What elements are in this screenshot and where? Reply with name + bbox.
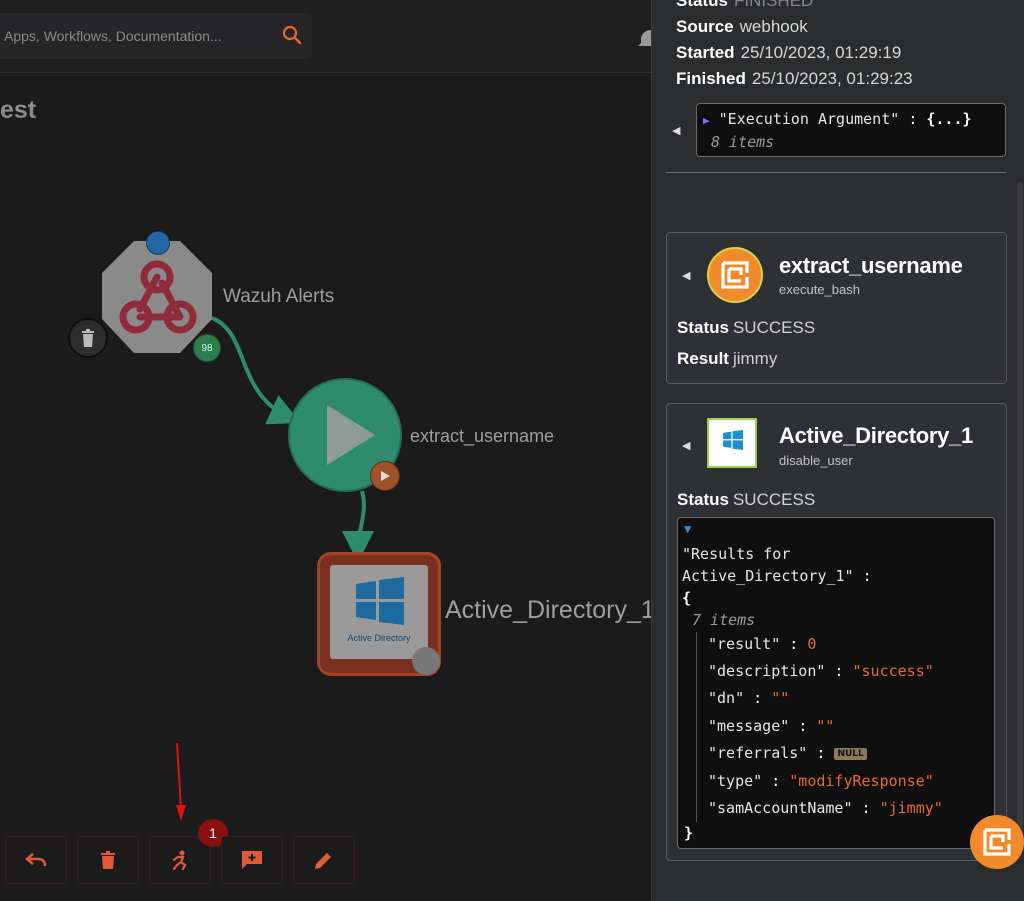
- bell-icon[interactable]: [638, 26, 652, 48]
- node-label-wazuh: Wazuh Alerts: [223, 286, 335, 307]
- node-label-active-directory: Active_Directory_1: [445, 596, 655, 624]
- card-title: Active_Directory_1: [779, 423, 973, 448]
- collapse-arrow-icon[interactable]: ◀: [682, 439, 690, 452]
- add-comment-button[interactable]: [221, 836, 283, 884]
- workflow-canvas[interactable]: 98 Wazuh Alerts extract_username Active …: [0, 73, 655, 901]
- started-row: Started 25/10/2023, 01:29:19: [676, 43, 902, 62]
- source-row: Source webhook: [676, 17, 808, 36]
- json-entry: "dn" : "": [708, 689, 790, 707]
- undo-button[interactable]: [5, 836, 67, 884]
- windows-icon: [356, 577, 404, 625]
- play-icon: [381, 471, 390, 481]
- search-input[interactable]: Apps, Workflows, Documentation...: [0, 13, 312, 59]
- json-entry: "referrals" : NULL: [708, 744, 867, 762]
- trash-icon: [82, 329, 94, 347]
- execution-panel: Status FINISHED Source webhook Started 25/1…: [651, 0, 1024, 901]
- shuffle-icon: [983, 828, 1011, 856]
- collapse-arrow-icon[interactable]: ◀: [672, 124, 680, 137]
- json-entry: "message" : "": [708, 717, 835, 735]
- run-icon: [172, 850, 187, 870]
- edge-wazuh-to-extract: [211, 316, 301, 425]
- edit-icon: [315, 853, 331, 869]
- json-entry: "description" : "success": [708, 662, 934, 680]
- search-icon[interactable]: [282, 25, 302, 45]
- delete-button[interactable]: [77, 836, 139, 884]
- search-placeholder: Apps, Workflows, Documentation...: [4, 28, 222, 44]
- card-status: Status SUCCESS: [677, 490, 816, 509]
- delete-node-button[interactable]: [68, 318, 108, 358]
- status-row: Status FINISHED: [676, 0, 814, 10]
- null-badge: NULL: [834, 747, 867, 760]
- result-card-active-directory: ◀ Active_Directory_1 disable_user Status…: [666, 403, 1007, 861]
- node-label-extract: extract_username: [410, 426, 555, 446]
- panel-divider: [666, 172, 1006, 173]
- panel-scrollbar[interactable]: [1017, 182, 1023, 842]
- start-indicator: [146, 231, 170, 255]
- execution-argument-json[interactable]: ▶ "Execution Argument" : {...} 8 items: [696, 103, 1006, 157]
- run-workflow-button[interactable]: [149, 836, 211, 884]
- results-json-viewer[interactable]: ▼ "Results for Active_Directory_1" : { 7…: [677, 517, 995, 849]
- collapse-arrow-icon[interactable]: ◀: [682, 269, 690, 282]
- annotation-arrow: [176, 742, 186, 821]
- shuffle-fab-button[interactable]: [970, 815, 1024, 869]
- active-directory-logo-text: Active Directory: [347, 633, 411, 643]
- top-bar: Apps, Workflows, Documentation...: [0, 0, 652, 73]
- trash-icon: [101, 851, 115, 869]
- card-subtitle: disable_user: [779, 453, 853, 468]
- collapse-triangle-icon[interactable]: ▼: [684, 522, 691, 536]
- webhook-count-badge: 98: [193, 334, 221, 362]
- card-title: extract_username: [779, 253, 963, 278]
- node-status-dot: [412, 647, 440, 675]
- windows-icon: [723, 430, 743, 450]
- card-result: Result jimmy: [677, 349, 778, 368]
- undo-icon: [25, 853, 47, 867]
- shuffle-icon: [721, 261, 749, 289]
- active-directory-logo: [707, 418, 757, 468]
- edit-button[interactable]: [293, 836, 355, 884]
- card-status: Status SUCCESS: [677, 318, 816, 337]
- json-entry: "samAccountName" : "jimmy": [708, 799, 943, 817]
- expand-triangle-icon[interactable]: ▶: [703, 114, 710, 127]
- add-comment-icon: [242, 851, 262, 869]
- json-entry: "type" : "modifyResponse": [708, 772, 934, 790]
- node-run-badge: [370, 461, 400, 491]
- edge-extract-to-ad: [342, 490, 375, 563]
- card-subtitle: execute_bash: [779, 282, 860, 297]
- result-card-extract-username: ◀ extract_username execute_bash Status SU…: [666, 232, 1007, 384]
- finished-row: Finished 25/10/2023, 01:29:23: [676, 69, 913, 88]
- shuffle-tools-logo: [707, 247, 763, 303]
- json-entry: "result" : 0: [708, 635, 817, 653]
